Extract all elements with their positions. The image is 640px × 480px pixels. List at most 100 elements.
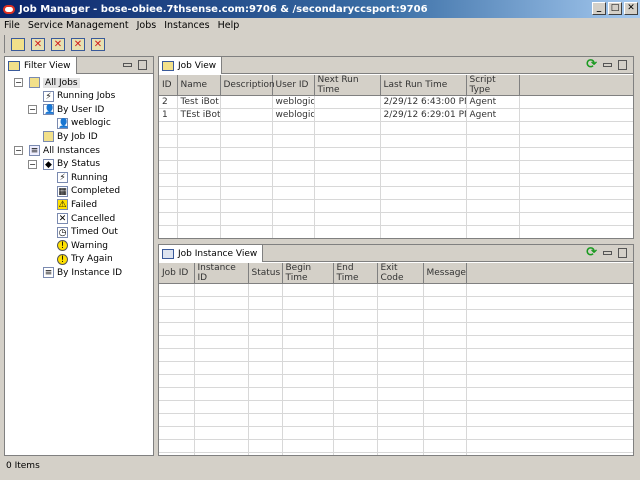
table-row[interactable] [159, 309, 633, 323]
menu-file[interactable]: File [4, 20, 20, 31]
table-row[interactable] [159, 283, 633, 297]
column-header[interactable]: Next Run Time [314, 75, 381, 96]
maximize-panel-button[interactable] [618, 248, 627, 258]
collapse-toggle[interactable]: − [14, 146, 23, 155]
table-row[interactable] [159, 173, 633, 187]
tree-item-running[interactable]: ⚡ Running [57, 171, 108, 184]
tree-item-running-jobs[interactable]: ⚡ Running Jobs [43, 90, 115, 103]
table-cell [333, 426, 378, 440]
maximize-panel-button[interactable] [138, 60, 147, 70]
minimize-panel-button[interactable] [603, 251, 612, 255]
tree-item-by-status[interactable]: ◆ By Status [43, 158, 100, 171]
table-row[interactable]: 1 TEst iBot weblogic 2/29/12 6:29:01 PM Agen… [159, 108, 633, 122]
table-row[interactable] [159, 374, 633, 388]
table-cell [380, 147, 467, 161]
refresh-icon[interactable]: ⟳ [586, 58, 597, 71]
menu-jobs[interactable]: Jobs [137, 20, 157, 31]
table-cell [377, 309, 424, 323]
table-row[interactable] [159, 439, 633, 453]
table-row[interactable] [159, 361, 633, 375]
table-cell [423, 426, 467, 440]
table-cell [423, 335, 467, 349]
table-cell [423, 322, 467, 336]
table-row[interactable] [159, 225, 633, 238]
column-header[interactable]: End Time [333, 263, 378, 284]
table-row[interactable] [159, 239, 633, 240]
table-cell [333, 439, 378, 453]
table-cell [519, 199, 633, 213]
column-header[interactable]: Exit Code [377, 263, 424, 284]
maximize-button[interactable]: □ [608, 2, 622, 15]
minimize-panel-button[interactable] [603, 63, 612, 67]
column-header[interactable]: Script Type [466, 75, 520, 96]
running-icon: ⚡ [57, 172, 68, 184]
column-header[interactable]: Instance ID [194, 263, 249, 284]
collapse-toggle[interactable]: − [28, 105, 37, 115]
tree-item-cancelled[interactable]: ✕ Cancelled [57, 212, 115, 225]
add-job-icon[interactable] [11, 37, 25, 51]
tree-item-try-again[interactable]: ! Try Again [57, 253, 113, 266]
table-row[interactable] [159, 160, 633, 174]
table-row[interactable] [159, 452, 633, 455]
column-header[interactable]: Message [423, 263, 467, 284]
tree-item-by-user-id[interactable]: 👤 By User ID [43, 103, 104, 116]
table-row[interactable] [159, 387, 633, 401]
table-row[interactable] [159, 134, 633, 148]
table-cell [248, 452, 283, 455]
delete-job-icon[interactable]: ✕ [51, 37, 65, 51]
table-row[interactable] [159, 400, 633, 414]
maximize-panel-button[interactable] [618, 60, 627, 70]
table-row[interactable] [159, 335, 633, 349]
table-row[interactable] [159, 426, 633, 440]
tree-item-failed[interactable]: ⚠ Failed [57, 198, 97, 211]
table-row[interactable] [159, 199, 633, 213]
column-header[interactable]: ID [159, 75, 178, 96]
column-header[interactable]: Job ID [159, 263, 195, 284]
table-cell [159, 413, 195, 427]
table-cell [377, 283, 424, 297]
tab-filter-view[interactable]: Filter View [4, 56, 77, 74]
column-header[interactable]: User ID [272, 75, 315, 96]
tab-job-instance-view[interactable]: Job Instance View [159, 245, 264, 262]
refresh-icon[interactable]: ⟳ [586, 246, 597, 259]
tree-item-all-instances[interactable]: ≡ All Instances [29, 144, 100, 157]
tree-item-weblogic[interactable]: 👤 weblogic [57, 117, 111, 130]
table-row[interactable] [159, 322, 633, 336]
column-header[interactable]: Name [177, 75, 221, 96]
table-row[interactable] [159, 147, 633, 161]
table-cell [314, 121, 381, 135]
enable-job-icon[interactable]: ✕ [31, 37, 45, 51]
table-row[interactable] [159, 212, 633, 226]
column-header[interactable]: Last Run Time [380, 75, 467, 96]
tree-item-completed[interactable]: ▦ Completed [57, 185, 120, 198]
close-button[interactable]: ✕ [624, 2, 638, 15]
menu-help[interactable]: Help [218, 20, 240, 31]
table-row[interactable] [159, 296, 633, 310]
table-row[interactable]: 2 Test iBot weblogic 2/29/12 6:43:00 PM Agen… [159, 95, 633, 109]
remove-instance-icon[interactable]: ✕ [71, 37, 85, 51]
minimize-button[interactable]: _ [592, 2, 606, 15]
table-cell [272, 121, 315, 135]
tree-item-all-jobs[interactable]: All Jobs [29, 76, 80, 89]
table-cell [194, 439, 249, 453]
instances-icon: ≡ [29, 145, 40, 156]
table-row[interactable] [159, 186, 633, 200]
tree-item-timed-out[interactable]: ◷ Timed Out [57, 226, 118, 239]
minimize-panel-button[interactable] [123, 63, 132, 67]
cancel-icon[interactable]: ✕ [91, 37, 105, 51]
tab-job-view[interactable]: Job View [159, 57, 223, 74]
table-row[interactable] [159, 121, 633, 135]
menu-service-management[interactable]: Service Management [28, 20, 129, 31]
column-header[interactable]: Begin Time [282, 263, 334, 284]
table-row[interactable] [159, 348, 633, 362]
menu-instances[interactable]: Instances [164, 20, 209, 31]
table-cell [314, 160, 381, 174]
table-row[interactable] [159, 413, 633, 427]
tree-item-by-job-id[interactable]: By Job ID [43, 130, 98, 143]
collapse-toggle[interactable]: − [14, 78, 23, 87]
tree-item-warning[interactable]: ! Warning [57, 239, 108, 252]
column-header[interactable]: Status [248, 263, 283, 284]
column-header[interactable]: Description [220, 75, 275, 96]
collapse-toggle[interactable]: − [28, 159, 37, 169]
tree-item-by-instance-id[interactable]: ≡ By Instance ID [43, 266, 122, 279]
